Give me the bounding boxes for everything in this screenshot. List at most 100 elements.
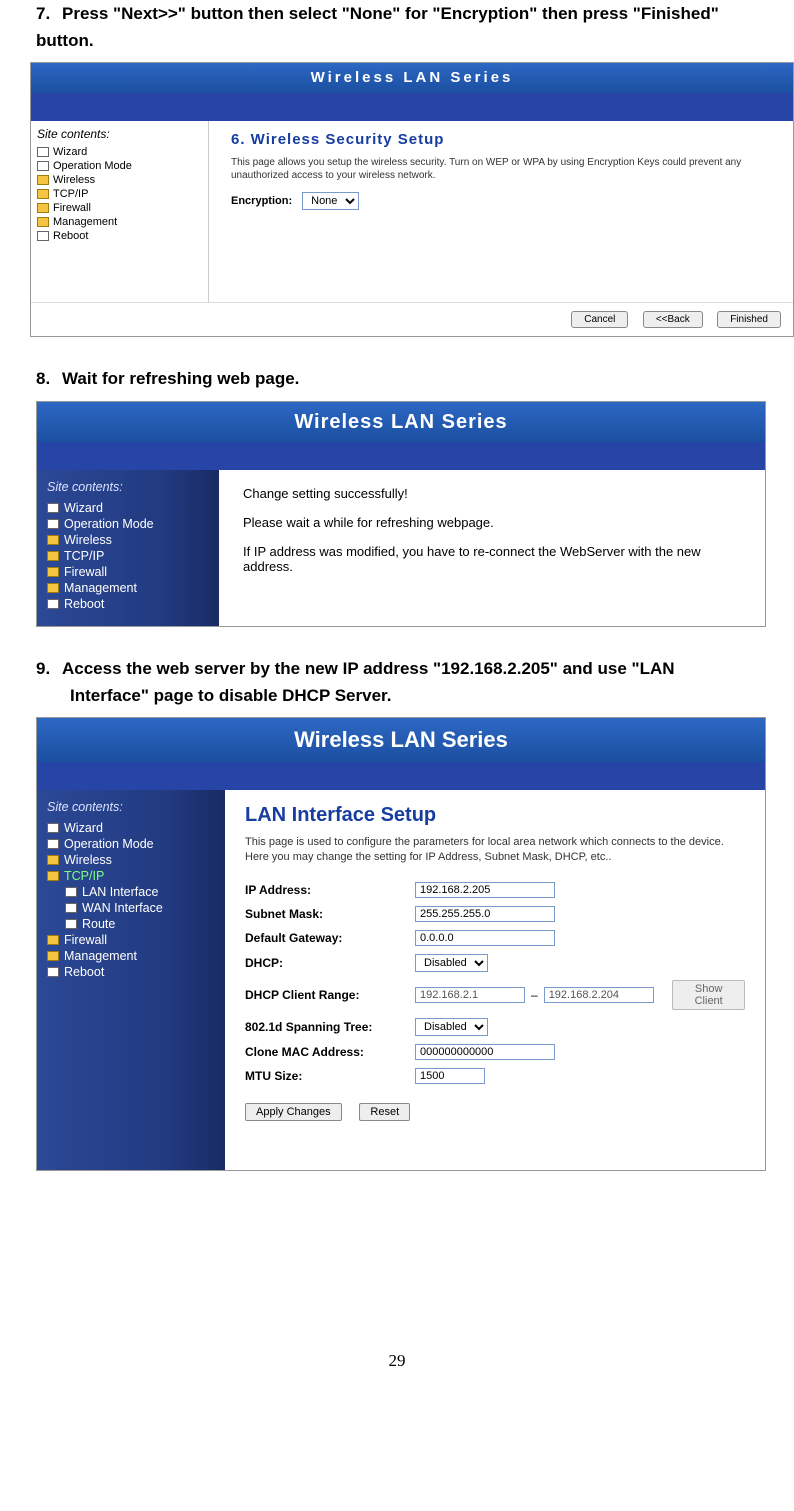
msg-reconnect: If IP address was modified, you have to … [243, 544, 741, 574]
range-to-input [544, 987, 654, 1003]
range-from-input [415, 987, 525, 1003]
mtu-input[interactable] [415, 1068, 485, 1084]
nav-item-route[interactable]: Route [47, 916, 217, 932]
ip-input[interactable] [415, 882, 555, 898]
nav-item-opmode[interactable]: Operation Mode [47, 836, 217, 852]
page-icon [47, 967, 59, 977]
sidebar-fig1: Site contents: Wizard Operation Mode Wir… [31, 121, 209, 302]
page-icon [47, 519, 59, 529]
banner-title: Wireless LAN Series [37, 718, 765, 762]
folder-icon [37, 217, 49, 227]
cancel-button[interactable]: Cancel [571, 311, 628, 328]
nav-item-wireless[interactable]: Wireless [37, 173, 202, 187]
banner-bar [31, 93, 793, 121]
ip-label: IP Address: [245, 883, 415, 897]
step-8-text: 8.Wait for refreshing web page. [36, 365, 764, 392]
nav-item-wireless[interactable]: Wireless [47, 852, 217, 868]
page-icon [47, 599, 59, 609]
figure-step9: Wireless LAN Series Site contents: Wizar… [36, 717, 766, 1171]
msg-wait: Please wait a while for refreshing webpa… [243, 515, 741, 530]
page-icon [47, 823, 59, 833]
nav-item-opmode[interactable]: Operation Mode [37, 159, 202, 173]
page-desc: This page is used to configure the param… [245, 835, 745, 866]
mac-input[interactable] [415, 1044, 555, 1060]
mac-label: Clone MAC Address: [245, 1045, 415, 1059]
folder-icon [37, 203, 49, 213]
folder-icon [47, 855, 59, 865]
back-button[interactable]: <<Back [643, 311, 703, 328]
content-fig2: Change setting successfully! Please wait… [219, 470, 765, 626]
folder-icon [47, 567, 59, 577]
encryption-label: Encryption: [231, 195, 292, 207]
nav-item-firewall[interactable]: Firewall [47, 932, 217, 948]
nav-item-wireless[interactable]: Wireless [47, 532, 211, 548]
nav-item-wan-interface[interactable]: WAN Interface [47, 900, 217, 916]
apply-changes-button[interactable]: Apply Changes [245, 1103, 342, 1121]
page-icon [47, 503, 59, 513]
content-fig1: 6. Wireless Security Setup This page all… [209, 121, 793, 302]
finished-button[interactable]: Finished [717, 311, 781, 328]
nav-item-management[interactable]: Management [47, 948, 217, 964]
range-dash: – [531, 988, 538, 1002]
button-row: Cancel <<Back Finished [31, 302, 793, 336]
nav-item-tcpip[interactable]: TCP/IP [37, 187, 202, 201]
nav-item-reboot[interactable]: Reboot [37, 229, 202, 243]
msg-success: Change setting successfully! [243, 486, 741, 501]
gateway-label: Default Gateway: [245, 931, 415, 945]
mtu-label: MTU Size: [245, 1069, 415, 1083]
sidebar-title: Site contents: [47, 800, 217, 814]
folder-icon [47, 535, 59, 545]
dhcp-label: DHCP: [245, 956, 415, 970]
dhcp-select[interactable]: Disabled [415, 954, 488, 972]
page-number: 29 [30, 1351, 764, 1371]
folder-icon [47, 951, 59, 961]
page-icon [37, 161, 49, 171]
spanning-select[interactable]: Disabled [415, 1018, 488, 1036]
nav-item-wizard[interactable]: Wizard [47, 820, 217, 836]
sidebar-title: Site contents: [47, 480, 211, 494]
banner-bar [37, 442, 765, 470]
step-9-text: 9.Access the web server by the new IP ad… [36, 655, 764, 709]
content-fig3: LAN Interface Setup This page is used to… [225, 790, 765, 1170]
page-icon [47, 839, 59, 849]
nav-item-management[interactable]: Management [37, 215, 202, 229]
banner-bar [37, 762, 765, 790]
mask-input[interactable] [415, 906, 555, 922]
page-icon [37, 231, 49, 241]
gateway-input[interactable] [415, 930, 555, 946]
section-desc: This page allows you setup the wireless … [231, 156, 777, 182]
mask-label: Subnet Mask: [245, 907, 415, 921]
nav-item-tcpip[interactable]: TCP/IP [47, 548, 211, 564]
banner-title: Wireless LAN Series [31, 63, 793, 93]
sidebar-fig3: Site contents: Wizard Operation Mode Wir… [37, 790, 225, 1170]
nav-item-firewall[interactable]: Firewall [47, 564, 211, 580]
sidebar-fig2: Site contents: Wizard Operation Mode Wir… [37, 470, 219, 626]
folder-icon [47, 935, 59, 945]
reset-button[interactable]: Reset [359, 1103, 410, 1121]
nav-item-lan-interface[interactable]: LAN Interface [47, 884, 217, 900]
figure-step8: Wireless LAN Series Site contents: Wizar… [36, 401, 766, 627]
sidebar-title: Site contents: [37, 127, 202, 141]
figure-step7: Wireless LAN Series Site contents: Wizar… [30, 62, 794, 337]
nav-item-opmode[interactable]: Operation Mode [47, 516, 211, 532]
nav-item-wizard[interactable]: Wizard [37, 145, 202, 159]
nav-item-tcpip[interactable]: TCP/IP [47, 868, 217, 884]
folder-icon [47, 583, 59, 593]
step-7-text: 7.Press "Next>>" button then select "Non… [36, 0, 764, 54]
page-title: LAN Interface Setup [245, 804, 745, 827]
nav-item-wizard[interactable]: Wizard [47, 500, 211, 516]
page-icon [65, 919, 77, 929]
nav-item-firewall[interactable]: Firewall [37, 201, 202, 215]
folder-icon [37, 189, 49, 199]
show-client-button: Show Client [672, 980, 745, 1010]
page-icon [65, 903, 77, 913]
folder-icon [47, 871, 59, 881]
nav-item-reboot[interactable]: Reboot [47, 964, 217, 980]
banner-title: Wireless LAN Series [37, 402, 765, 442]
page-icon [37, 147, 49, 157]
folder-icon [47, 551, 59, 561]
nav-item-management[interactable]: Management [47, 580, 211, 596]
encryption-select[interactable]: None [302, 192, 359, 210]
nav-item-reboot[interactable]: Reboot [47, 596, 211, 612]
spanning-label: 802.1d Spanning Tree: [245, 1020, 415, 1034]
